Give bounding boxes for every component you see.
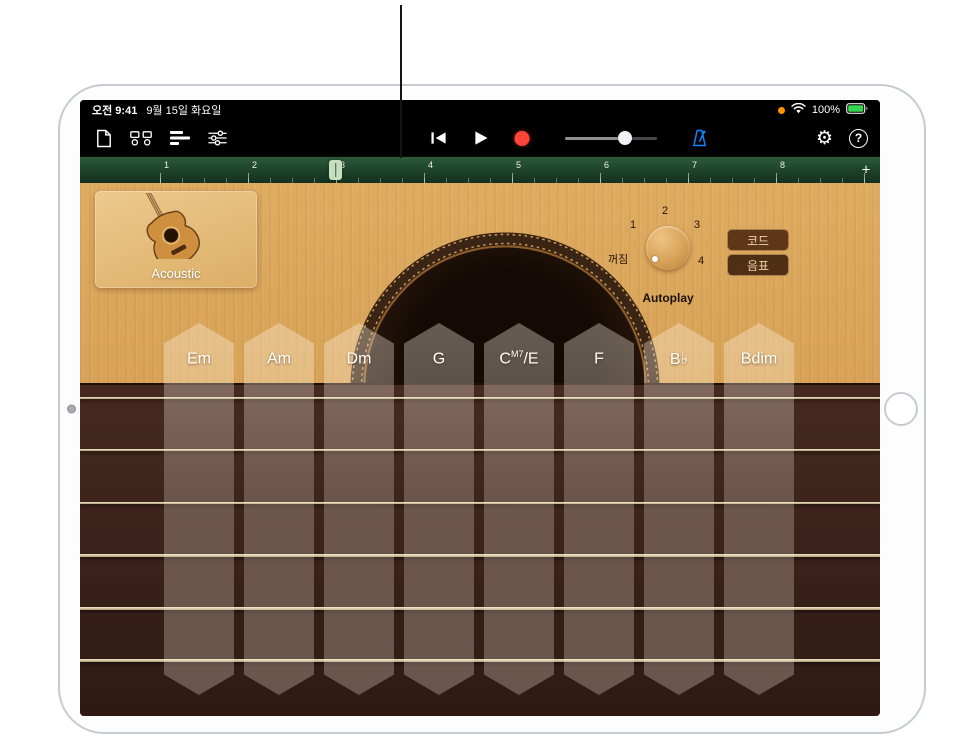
- help-button[interactable]: ?: [849, 129, 868, 148]
- chord-strip-f[interactable]: F: [564, 323, 634, 695]
- autoplay-option-4[interactable]: 4: [698, 255, 704, 267]
- track-controls-button[interactable]: [208, 130, 227, 146]
- timeline-ruler[interactable]: 1 2 3 4 5 6 7 8 +: [80, 156, 880, 183]
- instrument-controls-icon: [130, 131, 152, 146]
- chords-mode-button[interactable]: 코드: [727, 229, 789, 251]
- chord-strip-am[interactable]: Am: [244, 323, 314, 695]
- metronome-button[interactable]: [692, 129, 707, 147]
- go-to-beginning-button[interactable]: [431, 131, 448, 145]
- tracks-view-button[interactable]: [170, 131, 190, 145]
- chord-strip-g[interactable]: G: [404, 323, 474, 695]
- figure-canvas: 오전 9:41 9월 15일 화요일 100%: [0, 0, 958, 737]
- measure-label: 5: [516, 160, 521, 170]
- battery-percent: 100%: [812, 104, 840, 116]
- chord-label: CM7/E: [484, 349, 554, 368]
- toolbar: ⚙ ?: [80, 120, 880, 156]
- chord-label: F: [564, 349, 634, 368]
- my-songs-button[interactable]: [96, 129, 112, 148]
- measure-label: 8: [780, 160, 785, 170]
- playhead[interactable]: [329, 160, 342, 180]
- wifi-icon: [791, 103, 806, 117]
- front-camera: [67, 405, 76, 414]
- volume-slider-thumb[interactable]: [618, 131, 632, 145]
- play-button[interactable]: [474, 130, 489, 146]
- play-icon: [474, 130, 489, 146]
- volume-slider-fill: [565, 137, 622, 140]
- add-bars-button[interactable]: +: [858, 163, 874, 178]
- autoplay-option-off[interactable]: 꺼짐: [608, 251, 628, 267]
- record-button[interactable]: [515, 131, 530, 146]
- measure-label: 6: [604, 160, 609, 170]
- screen: 오전 9:41 9월 15일 화요일 100%: [80, 100, 880, 716]
- chord-label: Am: [244, 349, 314, 368]
- home-button[interactable]: [884, 392, 918, 426]
- chord-label: G: [404, 349, 474, 368]
- mode-toggle: 코드 음표: [727, 229, 789, 276]
- metronome-icon: [692, 129, 707, 147]
- notes-mode-button[interactable]: 음표: [727, 254, 789, 276]
- ipad-device: 오전 9:41 9월 15일 화요일 100%: [58, 84, 926, 734]
- autoplay-option-1[interactable]: 1: [630, 219, 636, 231]
- chord-strip-bdim[interactable]: Bdim: [724, 323, 794, 695]
- instrument-view-button[interactable]: [130, 131, 152, 146]
- chord-label: Dm: [324, 349, 394, 368]
- guitar-area: Acoustic 꺼짐 1 2 3 4 Autoplay 코드: [80, 183, 880, 716]
- volume-slider[interactable]: [565, 131, 657, 145]
- status-date: 9월 15일 화요일: [146, 102, 221, 118]
- record-icon: [515, 131, 530, 146]
- autoplay-knob[interactable]: [646, 226, 690, 270]
- autoplay-label: Autoplay: [623, 291, 713, 305]
- chord-strip-cm7e[interactable]: CM7/E: [484, 323, 554, 695]
- knob-indicator-dot: [652, 256, 658, 262]
- rewind-icon: [431, 131, 448, 145]
- chord-label: Bdim: [724, 349, 794, 368]
- status-time: 오전 9:41: [92, 102, 137, 118]
- chord-strip-bflat[interactable]: B♭: [644, 323, 714, 695]
- help-icon: ?: [849, 129, 868, 148]
- chord-label: Em: [164, 349, 234, 368]
- chord-strip-em[interactable]: Em: [164, 323, 234, 695]
- measure-label: 1: [164, 160, 169, 170]
- gear-icon: ⚙: [816, 129, 833, 148]
- document-icon: [96, 129, 112, 148]
- transport-controls: [431, 130, 530, 146]
- autoplay-option-2[interactable]: 2: [662, 205, 668, 217]
- chord-label: B♭: [644, 349, 714, 369]
- callout-line: [400, 5, 402, 158]
- measure-label: 4: [428, 160, 433, 170]
- status-bar: 오전 9:41 9월 15일 화요일 100%: [80, 100, 880, 120]
- settings-button[interactable]: ⚙: [816, 129, 833, 148]
- acoustic-guitar-image: [116, 193, 236, 259]
- tracks-icon: [170, 131, 190, 145]
- faders-icon: [208, 130, 227, 146]
- measure-label: 7: [692, 160, 697, 170]
- instrument-name: Acoustic: [95, 266, 257, 281]
- measure-label: 2: [252, 160, 257, 170]
- autoplay-option-3[interactable]: 3: [694, 219, 700, 231]
- chord-strip-dm[interactable]: Dm: [324, 323, 394, 695]
- instrument-selector-card[interactable]: Acoustic: [95, 191, 257, 288]
- battery-icon: [846, 103, 868, 117]
- orange-status-dot: [778, 107, 785, 114]
